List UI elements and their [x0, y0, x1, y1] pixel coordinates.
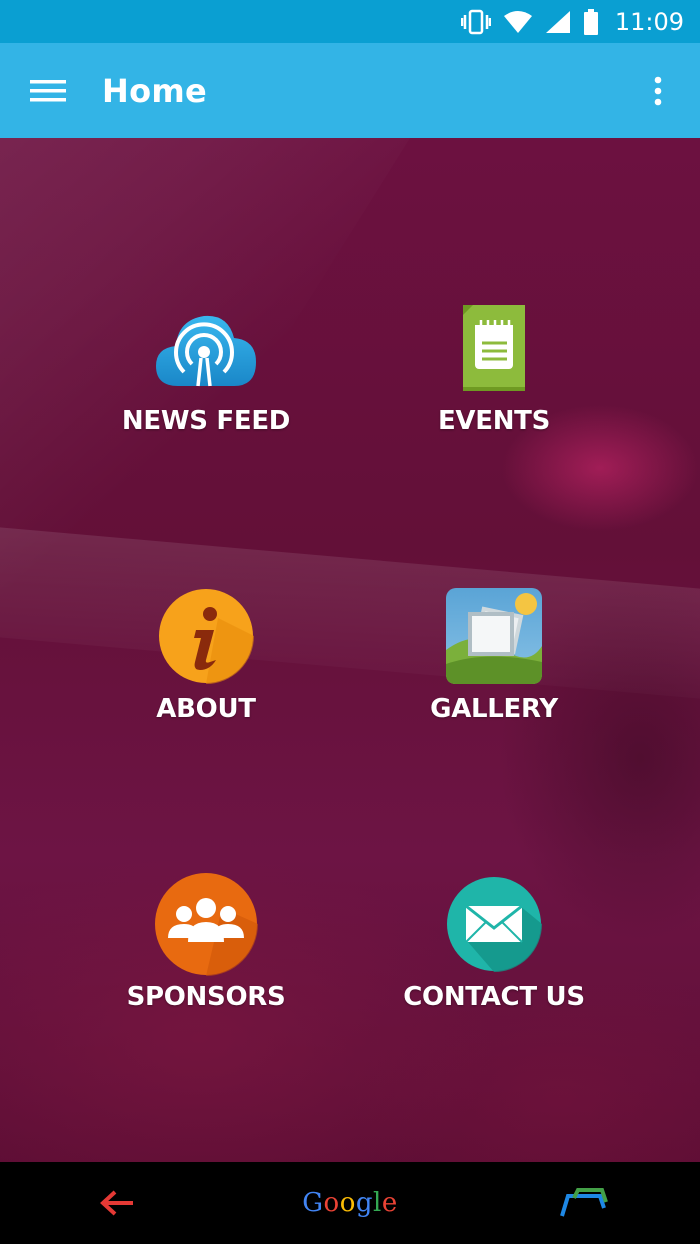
back-arrow-icon[interactable]: [0, 1162, 233, 1244]
vibrate-icon: [460, 9, 491, 35]
google-wordmark: Google: [302, 1188, 398, 1218]
news-feed-label: NEWS FEED: [121, 406, 291, 436]
navigation-bar: Google: [0, 1162, 700, 1244]
about-tile[interactable]: ABOUT: [66, 584, 346, 744]
broadcast-cloud-icon: [154, 296, 258, 400]
group-icon: [154, 872, 258, 976]
more-vert-icon[interactable]: [616, 43, 700, 138]
contact-us-label: CONTACT US: [403, 982, 585, 1012]
wifi-icon: [503, 10, 533, 34]
gallery-tile[interactable]: GALLERY: [354, 584, 634, 744]
events-label: EVENTS: [437, 406, 551, 436]
notepad-icon: [442, 296, 546, 400]
events-tile[interactable]: EVENTS: [354, 296, 634, 456]
battery-icon: [583, 8, 599, 35]
app-bar: Home: [0, 43, 700, 138]
clock: 11:09: [614, 7, 684, 36]
page-title: Home: [102, 71, 208, 110]
info-icon: [154, 584, 258, 688]
photos-icon: [442, 584, 546, 688]
about-label: ABOUT: [156, 694, 256, 724]
hamburger-menu-icon[interactable]: [0, 43, 96, 138]
home-button[interactable]: Google: [233, 1162, 466, 1244]
gallery-label: GALLERY: [430, 694, 558, 724]
status-bar: 11:09: [0, 0, 700, 43]
contact-us-tile[interactable]: CONTACT US: [354, 872, 634, 1032]
envelope-icon: [442, 872, 546, 976]
sponsors-tile[interactable]: SPONSORS: [66, 872, 346, 1032]
home-grid: NEWS FEED EVENTS ABOUT GALLERY SPONSORS …: [0, 138, 700, 1162]
signal-icon: [545, 10, 571, 34]
news-feed-tile[interactable]: NEWS FEED: [66, 296, 346, 456]
sponsors-label: SPONSORS: [126, 982, 286, 1012]
recents-icon[interactable]: [467, 1162, 700, 1244]
